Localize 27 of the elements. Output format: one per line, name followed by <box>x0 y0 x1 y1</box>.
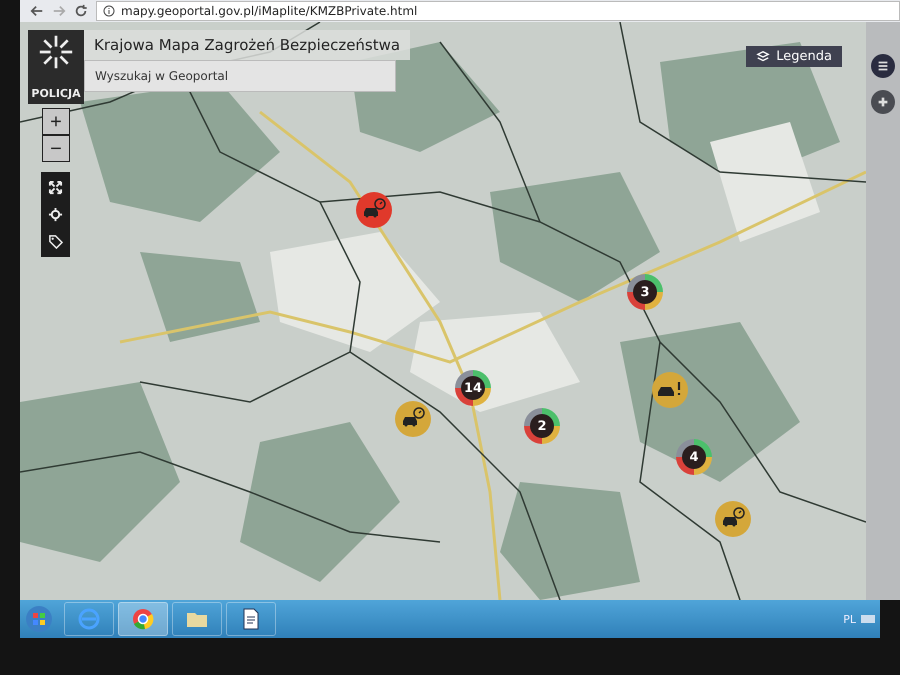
full-extent-icon[interactable] <box>48 180 63 195</box>
start-button-icon[interactable] <box>24 604 54 634</box>
search-field[interactable]: Wyszukaj w Geoportal <box>84 60 396 92</box>
add-button[interactable] <box>871 90 895 114</box>
logo-text: POLICJA <box>31 87 81 100</box>
reload-icon[interactable] <box>74 4 88 18</box>
info-icon <box>103 5 115 17</box>
zoom-in-button[interactable]: + <box>42 108 70 135</box>
back-icon[interactable] <box>30 4 44 18</box>
plus-icon <box>876 95 890 109</box>
car-speed-marker-icon[interactable] <box>356 192 392 228</box>
app-title: Krajowa Mapa Zagrożeń Bezpieczeństwa <box>84 30 410 60</box>
locate-icon[interactable] <box>48 207 63 222</box>
star-emblem-icon <box>38 34 74 70</box>
taskbar-item[interactable] <box>226 602 276 636</box>
car-warning-marker-icon[interactable] <box>652 372 688 408</box>
chrome-icon <box>131 607 155 631</box>
car-speed-marker-icon[interactable] <box>715 501 751 537</box>
zoom-out-button[interactable]: − <box>42 135 70 162</box>
browser-e-icon <box>77 607 101 631</box>
car-speed-marker-icon[interactable] <box>395 401 431 437</box>
menu-button[interactable] <box>871 54 895 78</box>
tag-icon[interactable] <box>48 234 63 249</box>
legend-button[interactable]: Legenda <box>746 46 842 67</box>
menu-icon <box>876 59 890 73</box>
address-bar[interactable]: mapy.geoportal.gov.pl/iMaplite/KMZBPrivate.html <box>96 1 900 21</box>
layers-icon <box>756 50 770 64</box>
